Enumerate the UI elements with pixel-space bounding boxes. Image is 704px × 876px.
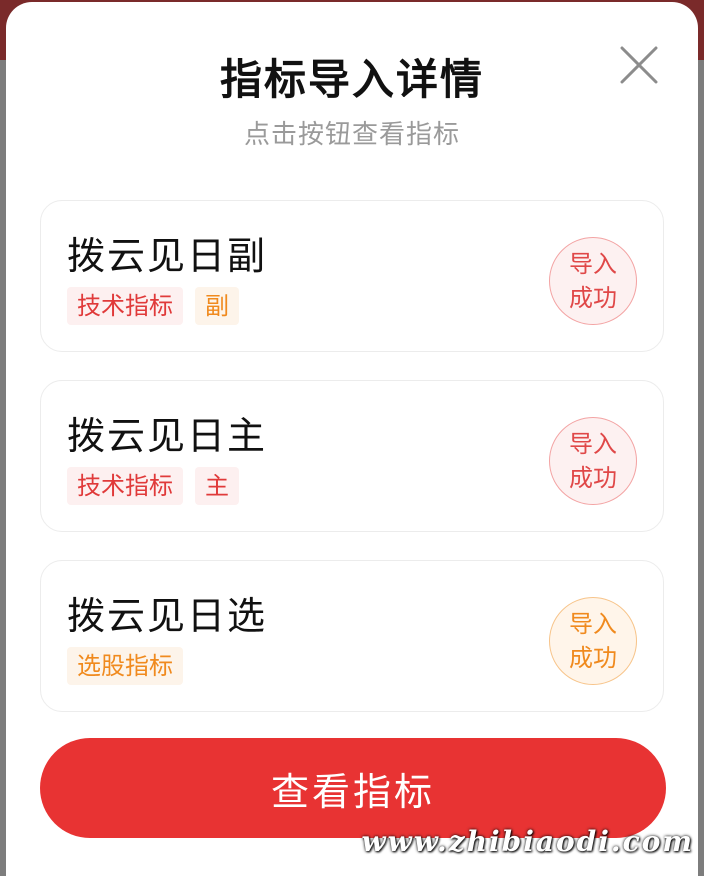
indicator-name: 拨云见日副 bbox=[67, 234, 268, 278]
stamp-line: 导入 bbox=[569, 250, 617, 278]
dialog-subtitle: 点击按钮查看指标 bbox=[243, 120, 460, 150]
watermark: www.zhibiaodi.com bbox=[361, 825, 694, 858]
indicator-tags: 选股指标 bbox=[67, 647, 183, 685]
import-success-stamp: 导入 成功 bbox=[549, 417, 637, 505]
indicator-tag: 技术指标 bbox=[67, 467, 183, 505]
indicator-tag: 技术指标 bbox=[67, 287, 183, 325]
dialog-title: 指标导入详情 bbox=[219, 55, 484, 104]
close-button[interactable] bbox=[616, 42, 662, 88]
stamp-line: 导入 bbox=[569, 430, 617, 458]
indicator-card: 拨云见日主 技术指标 主 导入 成功 bbox=[40, 380, 664, 532]
indicator-tags: 技术指标 副 bbox=[67, 287, 239, 325]
indicator-name: 拨云见日主 bbox=[67, 414, 268, 458]
stamp-line: 导入 bbox=[569, 610, 617, 638]
import-details-dialog: 指标导入详情 点击按钮查看指标 拨云见日副 技术指标 副 导入 成功 拨云见日主… bbox=[6, 2, 698, 876]
indicator-name: 拨云见日选 bbox=[67, 594, 268, 638]
import-success-stamp: 导入 成功 bbox=[549, 237, 637, 325]
indicator-tag: 选股指标 bbox=[67, 647, 183, 685]
indicator-tag: 副 bbox=[195, 287, 239, 325]
import-success-stamp: 导入 成功 bbox=[549, 597, 637, 685]
stamp-line: 成功 bbox=[569, 284, 617, 312]
indicator-tag: 主 bbox=[195, 467, 239, 505]
indicator-card: 拨云见日选 选股指标 导入 成功 bbox=[40, 560, 664, 712]
stamp-line: 成功 bbox=[569, 644, 617, 672]
stamp-line: 成功 bbox=[569, 464, 617, 492]
close-icon bbox=[620, 46, 658, 84]
indicator-card: 拨云见日副 技术指标 副 导入 成功 bbox=[40, 200, 664, 352]
view-indicators-button[interactable]: 查看指标 bbox=[40, 738, 666, 838]
indicator-tags: 技术指标 主 bbox=[67, 467, 239, 505]
